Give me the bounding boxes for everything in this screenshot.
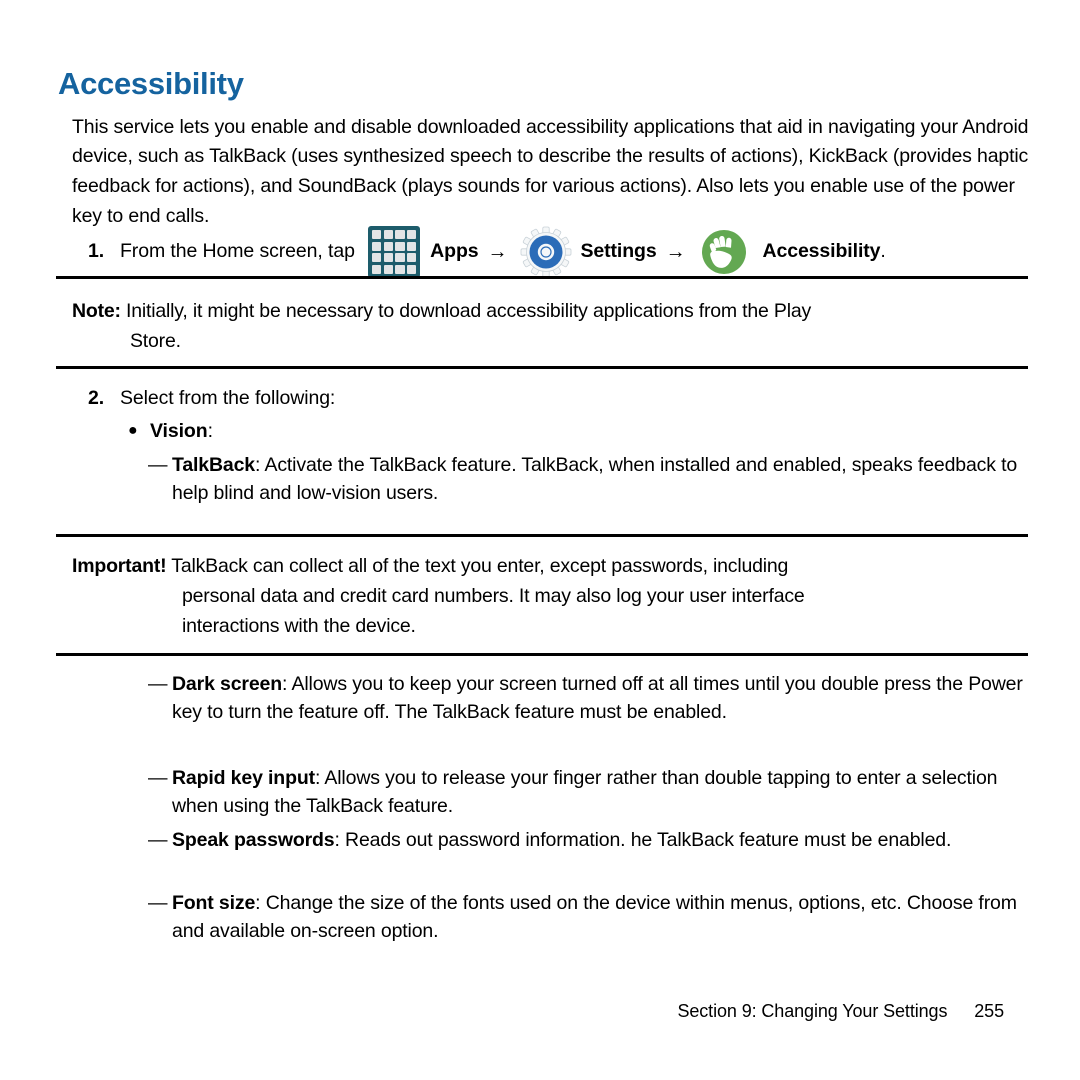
step-2: 2. Select from the following: xyxy=(88,384,988,412)
bullet-dot-icon: ● xyxy=(128,422,138,439)
step-1-text: From the Home screen, tap xyxy=(120,240,361,263)
step-2-text: Select from the following: xyxy=(120,387,336,409)
dash-item-term: Dark screen xyxy=(172,673,283,695)
important-line-1: TalkBack can collect all of the text you… xyxy=(171,555,789,577)
apps-grid-cell xyxy=(372,241,382,251)
accessibility-label: Accessibility xyxy=(762,240,881,263)
apps-grid-cell xyxy=(383,241,393,251)
note-line-1: Initially, it might be necessary to down… xyxy=(126,300,812,322)
important-line-2: personal data and credit card numbers. I… xyxy=(182,585,805,607)
dash-item-rapid-key-input: — Rapid key input: Allows you to release… xyxy=(148,765,1032,820)
apps-grid-cell xyxy=(395,241,405,251)
dash-item-body: : Activate the TalkBack feature. TalkBac… xyxy=(172,454,1018,504)
apps-grid-icon[interactable] xyxy=(368,226,421,278)
note-lead-label: Note: xyxy=(72,300,121,322)
dash-item-text: Rapid key input: Allows you to release y… xyxy=(172,765,1032,820)
dash-item-term: Font size xyxy=(172,892,256,914)
dash-item-body: : Reads out password information. he Tal… xyxy=(334,829,952,851)
step-1-number: 1. xyxy=(88,240,105,263)
dash-item-text: Speak passwords: Reads out password info… xyxy=(172,827,1032,855)
dash-item-text: Font size: Change the size of the fonts … xyxy=(172,890,1032,945)
dash-item-term: Speak passwords xyxy=(172,829,335,851)
apps-label: Apps xyxy=(430,240,479,263)
step-1-body: From the Home screen, tap Apps → Setting… xyxy=(120,226,1028,278)
note-callout: Note: Initially, it might be necessary t… xyxy=(72,296,1022,356)
vision-suffix: : xyxy=(207,420,213,442)
dash-item-term: TalkBack xyxy=(172,454,255,476)
dash-item-dark-screen: — Dark screen: Allows you to keep your s… xyxy=(148,671,1032,726)
step-1-trailing: . xyxy=(880,240,886,263)
accessibility-hand-icon[interactable] xyxy=(698,226,750,278)
intro-paragraph: This service lets you enable and disable… xyxy=(72,115,1029,227)
apps-grid-cells xyxy=(372,230,417,274)
divider-rule-2 xyxy=(56,366,1028,369)
dash-item-text: Dark screen: Allows you to keep your scr… xyxy=(172,671,1032,726)
apps-grid-cell xyxy=(395,264,405,274)
apps-grid-cell xyxy=(395,253,405,263)
page-footer: Section 9: Changing Your Settings 255 xyxy=(0,1001,1080,1022)
arrow-right-icon-2: → xyxy=(665,241,686,263)
apps-grid-cell xyxy=(372,264,382,274)
apps-grid-cell xyxy=(383,264,393,274)
apps-grid-cell xyxy=(407,230,417,240)
apps-grid-cell xyxy=(383,230,393,240)
arrow-right-icon-1: → xyxy=(487,241,508,263)
em-dash-icon: — xyxy=(148,454,168,476)
em-dash-icon: — xyxy=(148,892,168,914)
apps-grid-cell xyxy=(407,253,417,263)
apps-grid-cell xyxy=(407,241,417,251)
dash-item-font-size: — Font size: Change the size of the font… xyxy=(148,890,1032,945)
footer-section-label: Section 9: Changing Your Settings xyxy=(677,1001,948,1021)
apps-grid-cell xyxy=(395,230,405,240)
em-dash-icon: — xyxy=(148,673,168,695)
divider-rule-3 xyxy=(56,534,1028,537)
divider-rule-4 xyxy=(56,653,1028,656)
important-line-3: interactions with the device. xyxy=(182,615,416,637)
vision-term: Vision xyxy=(150,420,208,442)
dash-item-body: : Change the size of the fonts used on t… xyxy=(172,892,1017,942)
apps-grid-cell xyxy=(372,253,382,263)
em-dash-icon: — xyxy=(148,767,168,789)
document-page: Accessibility This service lets you enab… xyxy=(0,0,1080,1080)
important-callout: Important! TalkBack can collect all of t… xyxy=(72,551,1022,641)
settings-gear-icon[interactable] xyxy=(520,226,572,278)
settings-label: Settings xyxy=(580,240,657,263)
apps-grid-cell xyxy=(407,264,417,274)
important-lead-label: Important! xyxy=(72,555,167,577)
dash-item-talkback: — TalkBack: Activate the TalkBack featur… xyxy=(148,452,1032,507)
dash-item-speak-passwords: — Speak passwords: Reads out password in… xyxy=(148,827,1032,855)
em-dash-icon: — xyxy=(148,829,168,851)
apps-grid-cell xyxy=(372,230,382,240)
step-2-number: 2. xyxy=(88,387,105,409)
apps-grid-cell xyxy=(383,253,393,263)
divider-rule-1 xyxy=(56,276,1028,279)
note-line-2: Store. xyxy=(130,330,181,352)
dash-item-text: TalkBack: Activate the TalkBack feature.… xyxy=(172,452,1032,507)
footer-page-number: 255 xyxy=(974,1001,1004,1021)
step-1: 1. From the Home screen, tap Apps → Sett… xyxy=(88,226,1028,278)
vision-bullet: ● Vision: xyxy=(128,417,928,445)
page-title: Accessibility xyxy=(58,65,244,101)
vision-bullet-text: Vision: xyxy=(150,417,213,445)
dash-item-body: : Allows you to keep your screen turned … xyxy=(172,673,1023,723)
dash-item-term: Rapid key input xyxy=(172,767,315,789)
